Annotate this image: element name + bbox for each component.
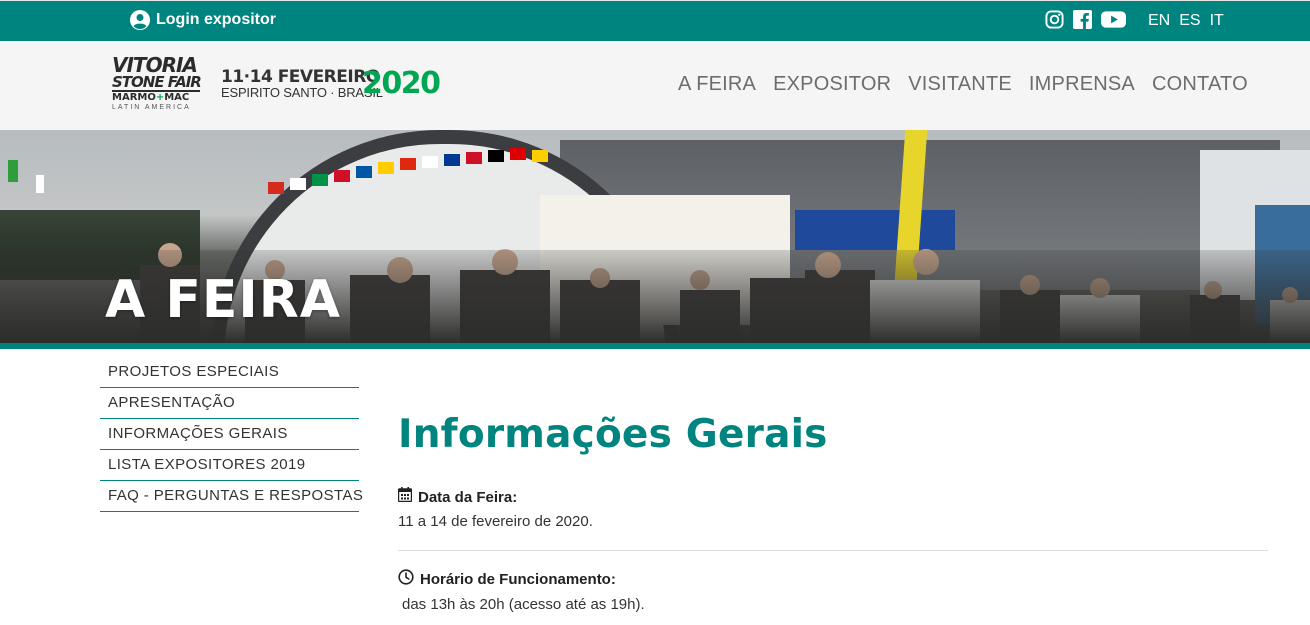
info-section-date: Data da Feira: 11 a 14 de fevereiro de 2… bbox=[397, 487, 1268, 531]
hero-banner-image: A FEIRA bbox=[0, 130, 1310, 343]
nav-item-imprensa[interactable]: IMPRENSA bbox=[1029, 73, 1135, 96]
event-dates-line-1: 11·14 FEVEREIRO bbox=[221, 67, 380, 87]
social-links bbox=[1045, 10, 1126, 34]
side-menu-item-faq[interactable]: FAQ - PERGUNTAS E RESPOSTAS bbox=[100, 481, 363, 512]
logo-plus: + bbox=[155, 92, 165, 103]
nav-item-visitante[interactable]: VISITANTE bbox=[908, 73, 1012, 96]
side-menu-item-apresentacao[interactable]: APRESENTAÇÃO bbox=[100, 388, 359, 419]
info-label-date: Data da Feira: bbox=[418, 488, 518, 506]
logo-line-2: STONE FAIR bbox=[112, 73, 202, 91]
clock-icon bbox=[398, 569, 414, 591]
logo-line-3: MARMO+MAC bbox=[112, 90, 200, 103]
nav-item-contato[interactable]: CONTATO bbox=[1152, 73, 1248, 96]
page-title: Informações Gerais bbox=[398, 412, 828, 457]
event-dates-line-2: ESPIRITO SANTO · BRASIL bbox=[221, 85, 383, 100]
info-value-date: 11 a 14 de fevereiro de 2020. bbox=[398, 513, 593, 530]
logo-mac: MAC bbox=[164, 92, 190, 103]
language-switcher: EN ES IT bbox=[1148, 12, 1224, 30]
side-menu: PROJETOS ESPECIAIS APRESENTAÇÃO INFORMAÇ… bbox=[100, 357, 363, 512]
nav-item-expositor[interactable]: EXPOSITOR bbox=[773, 73, 891, 96]
info-label-row: Data da Feira: bbox=[397, 487, 1268, 508]
hero-title: A FEIRA bbox=[105, 270, 342, 330]
vitoria-stone-fair-logo[interactable]: VITORIA STONE FAIR MARMO+MAC LATIN AMERI… bbox=[112, 55, 202, 117]
youtube-icon[interactable] bbox=[1101, 10, 1126, 34]
instagram-icon[interactable] bbox=[1045, 10, 1064, 34]
logo-line-4: LATIN AMERICA bbox=[112, 104, 191, 111]
side-menu-item-lista-expositores[interactable]: LISTA EXPOSITORES 2019 bbox=[100, 450, 359, 481]
site-header: VITORIA STONE FAIR MARMO+MAC LATIN AMERI… bbox=[0, 41, 1310, 130]
info-label-hours: Horário de Funcionamento: bbox=[420, 571, 616, 588]
side-menu-item-projetos-especiais[interactable]: PROJETOS ESPECIAIS bbox=[100, 357, 359, 388]
calendar-icon bbox=[397, 487, 413, 508]
event-dates: 11·14 FEVEREIRO ESPIRITO SANTO · BRASIL bbox=[221, 69, 383, 100]
login-expositor-label: Login expositor bbox=[156, 11, 276, 28]
language-it[interactable]: IT bbox=[1210, 12, 1224, 30]
info-value-hours: das 13h às 20h (acesso até as 19h). bbox=[402, 596, 645, 613]
side-menu-item-informacoes-gerais[interactable]: INFORMAÇÕES GERAIS bbox=[100, 419, 359, 450]
section-divider bbox=[398, 550, 1268, 551]
main-content: Informações Gerais Data da Feira: 11 a 1… bbox=[397, 410, 1268, 614]
nav-item-a-feira[interactable]: A FEIRA bbox=[678, 73, 756, 96]
facebook-icon[interactable] bbox=[1073, 10, 1092, 34]
language-en[interactable]: EN bbox=[1148, 12, 1170, 30]
event-year: 2020 bbox=[362, 66, 441, 101]
user-circle-icon bbox=[130, 10, 150, 30]
language-es[interactable]: ES bbox=[1179, 12, 1200, 30]
main-nav: A FEIRA EXPOSITOR VISITANTE IMPRENSA CON… bbox=[678, 73, 1248, 96]
logo-line-1: VITORIA bbox=[112, 53, 198, 77]
logo-marmo: MARMO bbox=[112, 92, 156, 103]
hero-bottom-stripe bbox=[0, 343, 1310, 349]
info-label-row: Horário de Funcionamento: bbox=[398, 569, 1268, 591]
info-section-hours: Horário de Funcionamento: das 13h às 20h… bbox=[398, 569, 1268, 614]
login-expositor-link[interactable]: Login expositor bbox=[130, 10, 276, 30]
top-bar: Login expositor EN ES IT bbox=[0, 0, 1310, 41]
